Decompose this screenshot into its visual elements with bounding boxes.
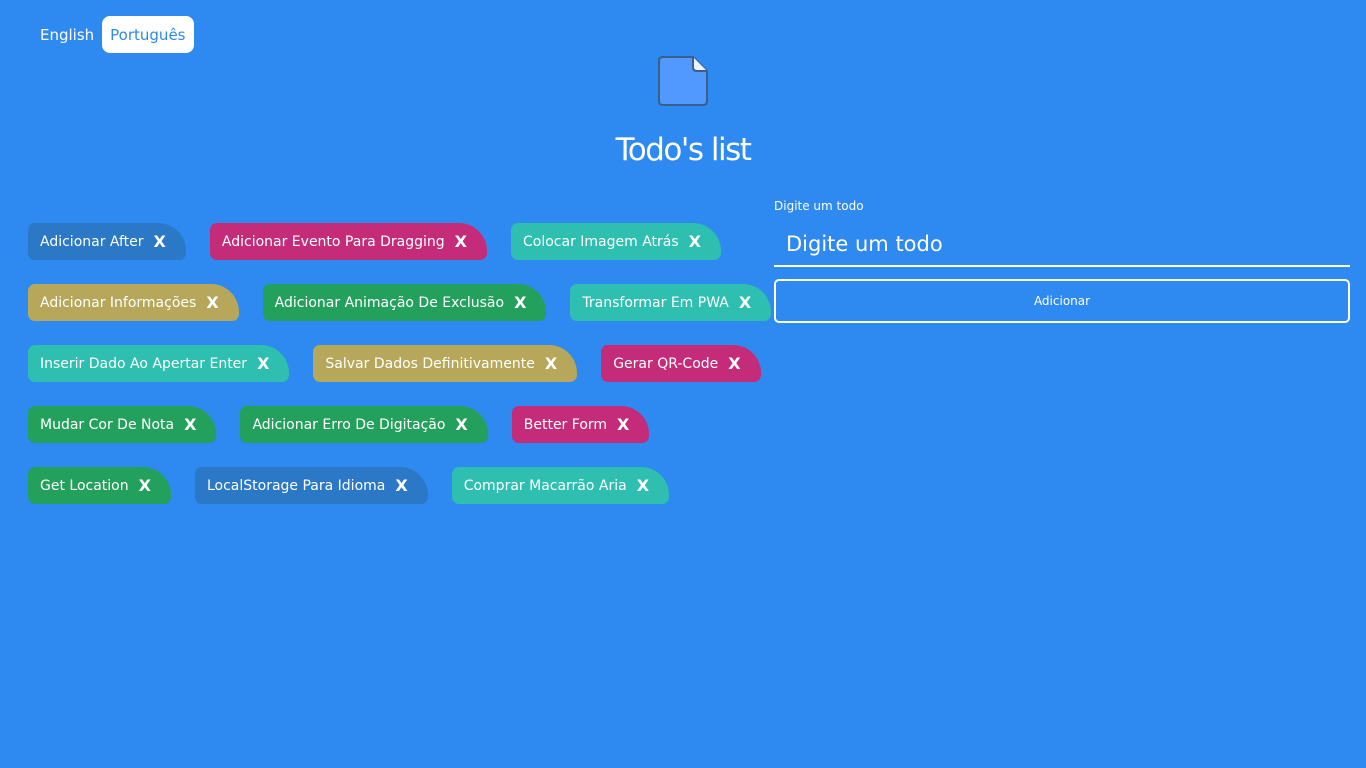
todo-form: Digite um todo Adicionar xyxy=(774,199,1350,323)
todo-item-text: Adicionar Informações xyxy=(40,294,197,311)
delete-todo-button[interactable]: X xyxy=(206,293,218,312)
todo-input-label: Digite um todo xyxy=(774,199,864,213)
todo-item-text: Adicionar Animação De Exclusão xyxy=(274,294,505,311)
delete-todo-button[interactable]: X xyxy=(514,293,526,312)
todo-row: Inserir Dado Ao Apertar Enter X Salvar Dad… xyxy=(28,345,761,382)
todo-item[interactable]: Adicionar Animação De Exclusão X xyxy=(262,284,547,321)
todo-item-text: Adicionar Evento Para Dragging xyxy=(221,233,445,250)
todo-item-text: LocalStorage Para Idioma xyxy=(206,477,386,494)
todo-item-text: Transformar Em PWA xyxy=(582,294,729,311)
todo-row: Adicionar After X Adicionar Evento Para Dr… xyxy=(28,223,758,260)
todo-item[interactable]: Gerar QR-Code X xyxy=(601,345,761,382)
todo-list: Adicionar After X Adicionar Evento Para Dr… xyxy=(28,223,772,528)
todo-item[interactable]: Comprar Macarrão Aria X xyxy=(451,467,670,504)
delete-todo-button[interactable]: X xyxy=(184,415,196,434)
language-portugues-button[interactable]: Português xyxy=(102,16,194,53)
delete-todo-button[interactable]: X xyxy=(257,354,269,373)
todo-item[interactable]: Adicionar Informações X xyxy=(28,284,239,321)
todo-item-text: Colocar Imagem Atrás xyxy=(523,233,679,250)
todo-item[interactable]: Adicionar Evento Para Dragging X xyxy=(209,223,487,260)
todo-item-text: Gerar QR-Code xyxy=(613,355,719,372)
add-button[interactable]: Adicionar xyxy=(774,279,1350,323)
todo-item[interactable]: Adicionar After X xyxy=(28,223,186,260)
todo-item-text: Salvar Dados Definitivamente xyxy=(325,355,535,372)
delete-todo-button[interactable]: X xyxy=(689,232,701,251)
delete-todo-button[interactable]: X xyxy=(139,476,151,495)
todo-item[interactable]: Transformar Em PWA X xyxy=(570,284,772,321)
todo-item[interactable]: Get Location X xyxy=(28,467,171,504)
todo-item[interactable]: LocalStorage Para Idioma X xyxy=(194,467,428,504)
todo-row: Adicionar Informações X Adicionar Animação… xyxy=(28,284,772,321)
delete-todo-button[interactable]: X xyxy=(154,232,166,251)
delete-todo-button[interactable]: X xyxy=(617,415,629,434)
delete-todo-button[interactable]: X xyxy=(395,476,407,495)
language-switcher: English Português xyxy=(32,16,194,53)
todo-item[interactable]: Inserir Dado Ao Apertar Enter X xyxy=(28,345,290,382)
document-icon xyxy=(658,56,708,106)
delete-todo-button[interactable]: X xyxy=(637,476,649,495)
language-english-button[interactable]: English xyxy=(32,16,102,53)
delete-todo-button[interactable]: X xyxy=(728,354,740,373)
delete-todo-button[interactable]: X xyxy=(545,354,557,373)
page-title: Todo's list xyxy=(615,132,752,168)
todo-item-text: Inserir Dado Ao Apertar Enter xyxy=(40,355,248,372)
todo-item[interactable]: Adicionar Erro De Digitação X xyxy=(240,406,488,443)
delete-todo-button[interactable]: X xyxy=(455,232,467,251)
todo-item-text: Better Form xyxy=(523,416,608,433)
todo-item[interactable]: Better Form X xyxy=(511,406,650,443)
todo-input[interactable] xyxy=(774,223,1350,267)
todo-row: Get Location X LocalStorage Para Idioma X Co… xyxy=(28,467,758,504)
todo-item-text: Mudar Cor De Nota xyxy=(40,416,175,433)
todo-item-text: Get Location xyxy=(40,477,129,494)
todo-item-text: Comprar Macarrão Aria xyxy=(463,477,627,494)
todo-item-text: Adicionar Erro De Digitação xyxy=(252,416,446,433)
delete-todo-button[interactable]: X xyxy=(455,415,467,434)
todo-item[interactable]: Colocar Imagem Atrás X xyxy=(511,223,722,260)
todo-item[interactable]: Salvar Dados Definitivamente X xyxy=(313,345,578,382)
todo-row: Mudar Cor De Nota X Adicionar Erro De Digi… xyxy=(28,406,758,443)
todo-item-text: Adicionar After xyxy=(40,233,144,250)
delete-todo-button[interactable]: X xyxy=(739,293,751,312)
todo-item[interactable]: Mudar Cor De Nota X xyxy=(28,406,217,443)
